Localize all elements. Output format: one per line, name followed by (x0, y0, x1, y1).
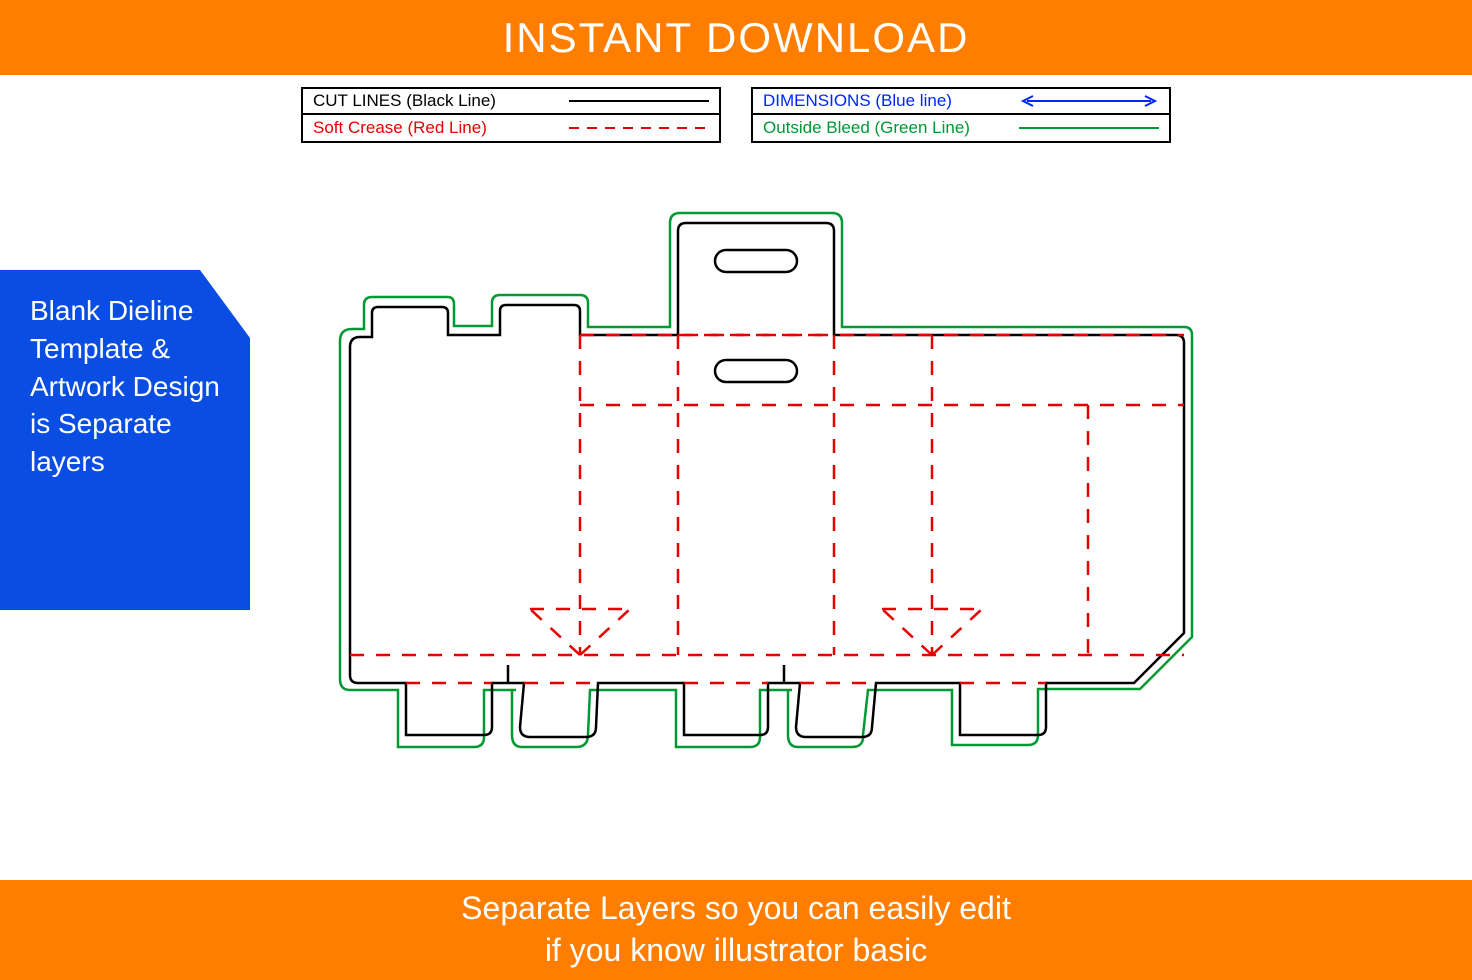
legend-row-bleed: Outside Bleed (Green Line) (753, 115, 1169, 141)
legend-line-solid-black-icon (569, 94, 709, 108)
side-callout-text: Blank Dieline Template & Artwork Design … (30, 292, 226, 481)
crease-layer-icon (350, 335, 1184, 683)
legend-label-cut: CUT LINES (Black Line) (313, 91, 569, 111)
legend-box-right: DIMENSIONS (Blue line) Outside Bleed (Gr… (751, 87, 1171, 143)
legend-label-bleed: Outside Bleed (Green Line) (763, 118, 1019, 138)
banner-bottom: Separate Layers so you can easily edit i… (0, 880, 1472, 980)
legend-container: CUT LINES (Black Line) Soft Crease (Red … (0, 87, 1472, 143)
legend-line-dashed-red-icon (569, 121, 709, 135)
banner-bottom-line1: Separate Layers so you can easily edit (461, 888, 1011, 930)
legend-label-dimensions: DIMENSIONS (Blue line) (763, 91, 1019, 111)
cut-layer-icon (350, 223, 1184, 737)
side-callout: Blank Dieline Template & Artwork Design … (0, 270, 250, 610)
legend-row-crease: Soft Crease (Red Line) (303, 115, 719, 141)
dieline-diagram (320, 195, 1220, 825)
banner-top-text: INSTANT DOWNLOAD (503, 14, 970, 62)
legend-line-solid-green-icon (1019, 121, 1159, 135)
banner-top: INSTANT DOWNLOAD (0, 0, 1472, 75)
legend-row-dimensions: DIMENSIONS (Blue line) (753, 89, 1169, 115)
bleed-layer-icon (340, 213, 1192, 747)
banner-bottom-line2: if you know illustrator basic (545, 930, 927, 972)
legend-label-crease: Soft Crease (Red Line) (313, 118, 569, 138)
legend-box-left: CUT LINES (Black Line) Soft Crease (Red … (301, 87, 721, 143)
legend-row-cut: CUT LINES (Black Line) (303, 89, 719, 115)
legend-line-arrow-blue-icon (1019, 94, 1159, 108)
